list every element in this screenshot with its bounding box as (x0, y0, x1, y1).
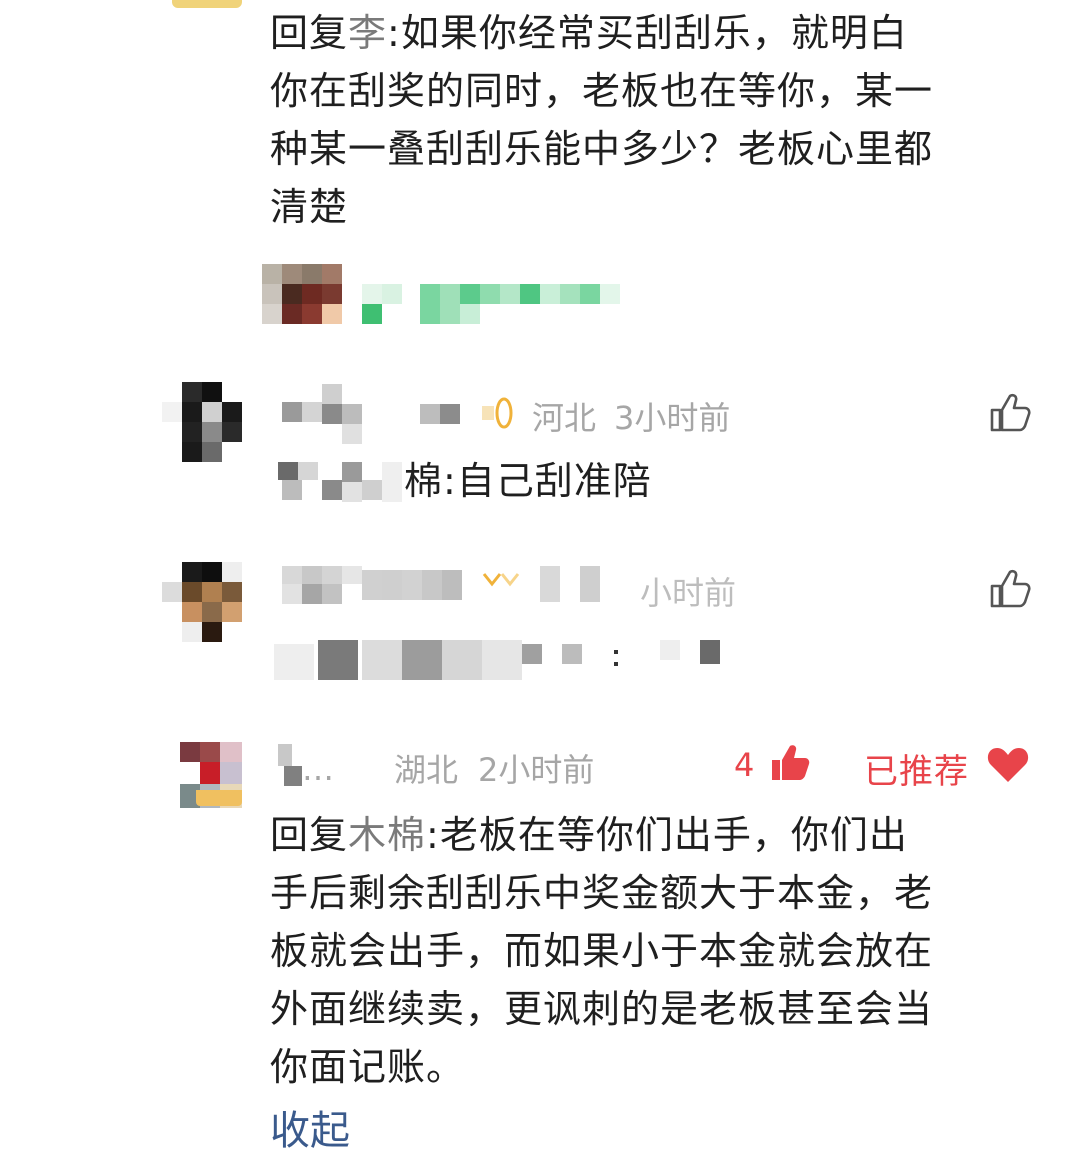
comment-2-body: 棉:自己刮准陪 (404, 459, 652, 503)
like-count: 4 (734, 746, 755, 784)
comment-line-4: 清楚 (270, 185, 349, 229)
medal-badge-icon (480, 570, 520, 600)
avatar[interactable] (162, 382, 242, 462)
comment-location: 河北 (532, 399, 597, 437)
comment-location: 湖北 (394, 751, 459, 789)
comment-time: 小时前 (640, 574, 737, 612)
comment-line-5: 你面记账。 (270, 1045, 466, 1089)
comment-line-1: :如果你经常买刮刮乐，就明白 (387, 11, 908, 55)
reply-target-name[interactable]: 木棉 (348, 813, 426, 857)
reply-prefix: 回复 (270, 813, 349, 857)
recommended-label[interactable]: 已推荐 (864, 744, 969, 793)
comment-line-3: 板就会出手，而如果小于本金就会放在 (270, 929, 934, 973)
thumbs-up-icon[interactable] (988, 566, 1032, 610)
thumbs-up-icon[interactable] (988, 390, 1032, 434)
comment-time: 2小时前 (478, 751, 595, 789)
reply-target-name[interactable]: 李 (348, 11, 387, 55)
comment-line-2: 手后剩余刮刮乐中奖金额大于本金，老 (270, 871, 934, 915)
thumbs-up-filled-icon[interactable] (768, 740, 812, 784)
avatar[interactable] (162, 562, 242, 642)
reply-prefix: 回复 (270, 11, 349, 55)
collapse-link[interactable]: 收起 (270, 1098, 350, 1156)
comment-line-1: :老板在等你们出手，你们出 (426, 813, 908, 857)
comment-time: 3小时前 (614, 399, 731, 437)
comment-4-body: 回复木棉:老板在等你们出手，你们出 手后剩余刮刮乐中奖金额大于本金，老 板就会出… (270, 806, 933, 1096)
comment-username[interactable]: … (302, 750, 334, 788)
medal-badge-icon (482, 396, 516, 430)
heart-icon[interactable] (986, 744, 1030, 784)
avatar-badge (196, 790, 242, 806)
comment-line-2: 你在刮奖的同时，老板也在等你，某一 (270, 69, 934, 113)
comment-line-4: 外面继续卖，更讽刺的是老板甚至会当 (270, 987, 934, 1031)
comment-1-body: 回复李:如果你经常买刮刮乐，就明白 你在刮奖的同时，老板也在等你，某一 种某一叠… (270, 4, 933, 236)
comment-line-3: 种某一叠刮刮乐能中多少？老板心里都 (270, 127, 934, 171)
avatar-badge (172, 0, 242, 8)
